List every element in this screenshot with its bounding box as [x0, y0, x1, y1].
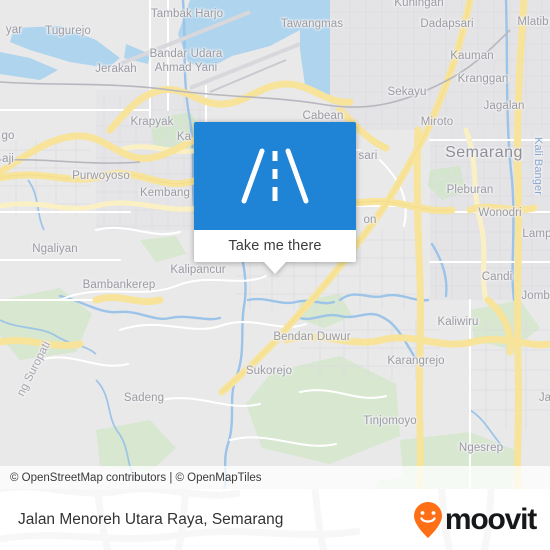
moovit-smiley-pin-icon: [413, 501, 442, 538]
map-place-label: Kuningan: [394, 0, 444, 9]
map-place-label: Dadapsari: [420, 18, 474, 30]
map-place-label: Tugurejo: [45, 25, 91, 37]
map-place-label: Sukorejo: [245, 365, 293, 377]
map-place-label: Ahmad Yani: [154, 62, 218, 74]
attribution-text[interactable]: © OpenStreetMap contributors | © OpenMap…: [0, 472, 262, 484]
map-place-label: Jerakah: [95, 63, 137, 75]
map-place-label: sari: [358, 150, 378, 162]
map-place-label: Purwoyoso: [72, 170, 130, 182]
moovit-wordmark: moovit: [444, 502, 537, 536]
map-canvas[interactable]: yar Tugurejo Tambak Harjo Tawangmas Kuningan…: [0, 0, 550, 489]
map-place-label: Bendan Duwur: [273, 331, 351, 343]
map-place-label: Wonodri: [478, 207, 522, 219]
popup-action-bar[interactable]: Take me there: [194, 230, 356, 262]
map-place-label: Jombl: [521, 290, 550, 302]
map-place-label: Mlatib: [517, 16, 549, 28]
map-place-label: Krapyak: [130, 116, 174, 128]
popup-icon-panel: [194, 122, 356, 230]
map-place-label: Tinjomoyo: [363, 415, 417, 427]
map-place-label: Ja: [538, 392, 550, 404]
map-place-label: Kranggan: [457, 73, 509, 85]
map-place-label: yar: [5, 24, 23, 36]
moovit-logo[interactable]: moovit: [413, 501, 537, 539]
place-title: Jalan Menoreh Utara Raya, Semarang: [18, 510, 284, 528]
place-popup-card[interactable]: Take me there: [194, 122, 356, 274]
map-place-label: Jagalan: [483, 100, 525, 112]
map-place-label: Pleburan: [446, 184, 494, 196]
map-place-label: Lamp: [522, 228, 550, 240]
map-place-label: Bambankerep: [82, 279, 156, 291]
map-place-label: Bandar Udara: [149, 48, 223, 60]
footer-bar: Jalan Menoreh Utara Raya, Semarang moovi…: [0, 489, 550, 550]
map-place-label: Tawangmas: [280, 18, 344, 30]
map-place-label: Kembang: [140, 187, 190, 199]
map-place-label: Kali Banger: [532, 137, 544, 195]
map-place-label: Miroto: [420, 116, 454, 128]
map-place-label: Ka: [176, 131, 192, 143]
map-place-label: Kaliwiru: [437, 316, 479, 328]
map-place-label: Kauman: [450, 50, 494, 62]
map-place-label: Karangrejo: [387, 355, 445, 367]
map-attribution-bar: © OpenStreetMap contributors | © OpenMap…: [0, 466, 550, 489]
map-place-label: Sadeng: [123, 392, 165, 404]
map-place-label: Ngesrep: [458, 442, 504, 454]
map-place-label: aji: [2, 153, 14, 165]
map-place-label: Semarang: [445, 144, 523, 161]
map-place-label: Cabean: [302, 110, 344, 122]
take-me-there-label: Take me there: [228, 238, 322, 254]
road-perspective-icon: [241, 148, 309, 204]
popup-pointer-tail: [264, 262, 286, 274]
map-place-label: Ngaliyan: [32, 243, 78, 255]
map-place-label: Sekayu: [387, 86, 427, 98]
map-place-label: go: [1, 130, 15, 142]
map-place-label: Candi: [481, 271, 513, 283]
map-place-label: Kalipancur: [170, 264, 226, 276]
moovit-map-screenshot: yar Tugurejo Tambak Harjo Tawangmas Kuningan…: [0, 0, 550, 550]
map-place-label: Tambak Harjo: [150, 8, 224, 20]
map-place-label: on: [363, 214, 377, 226]
